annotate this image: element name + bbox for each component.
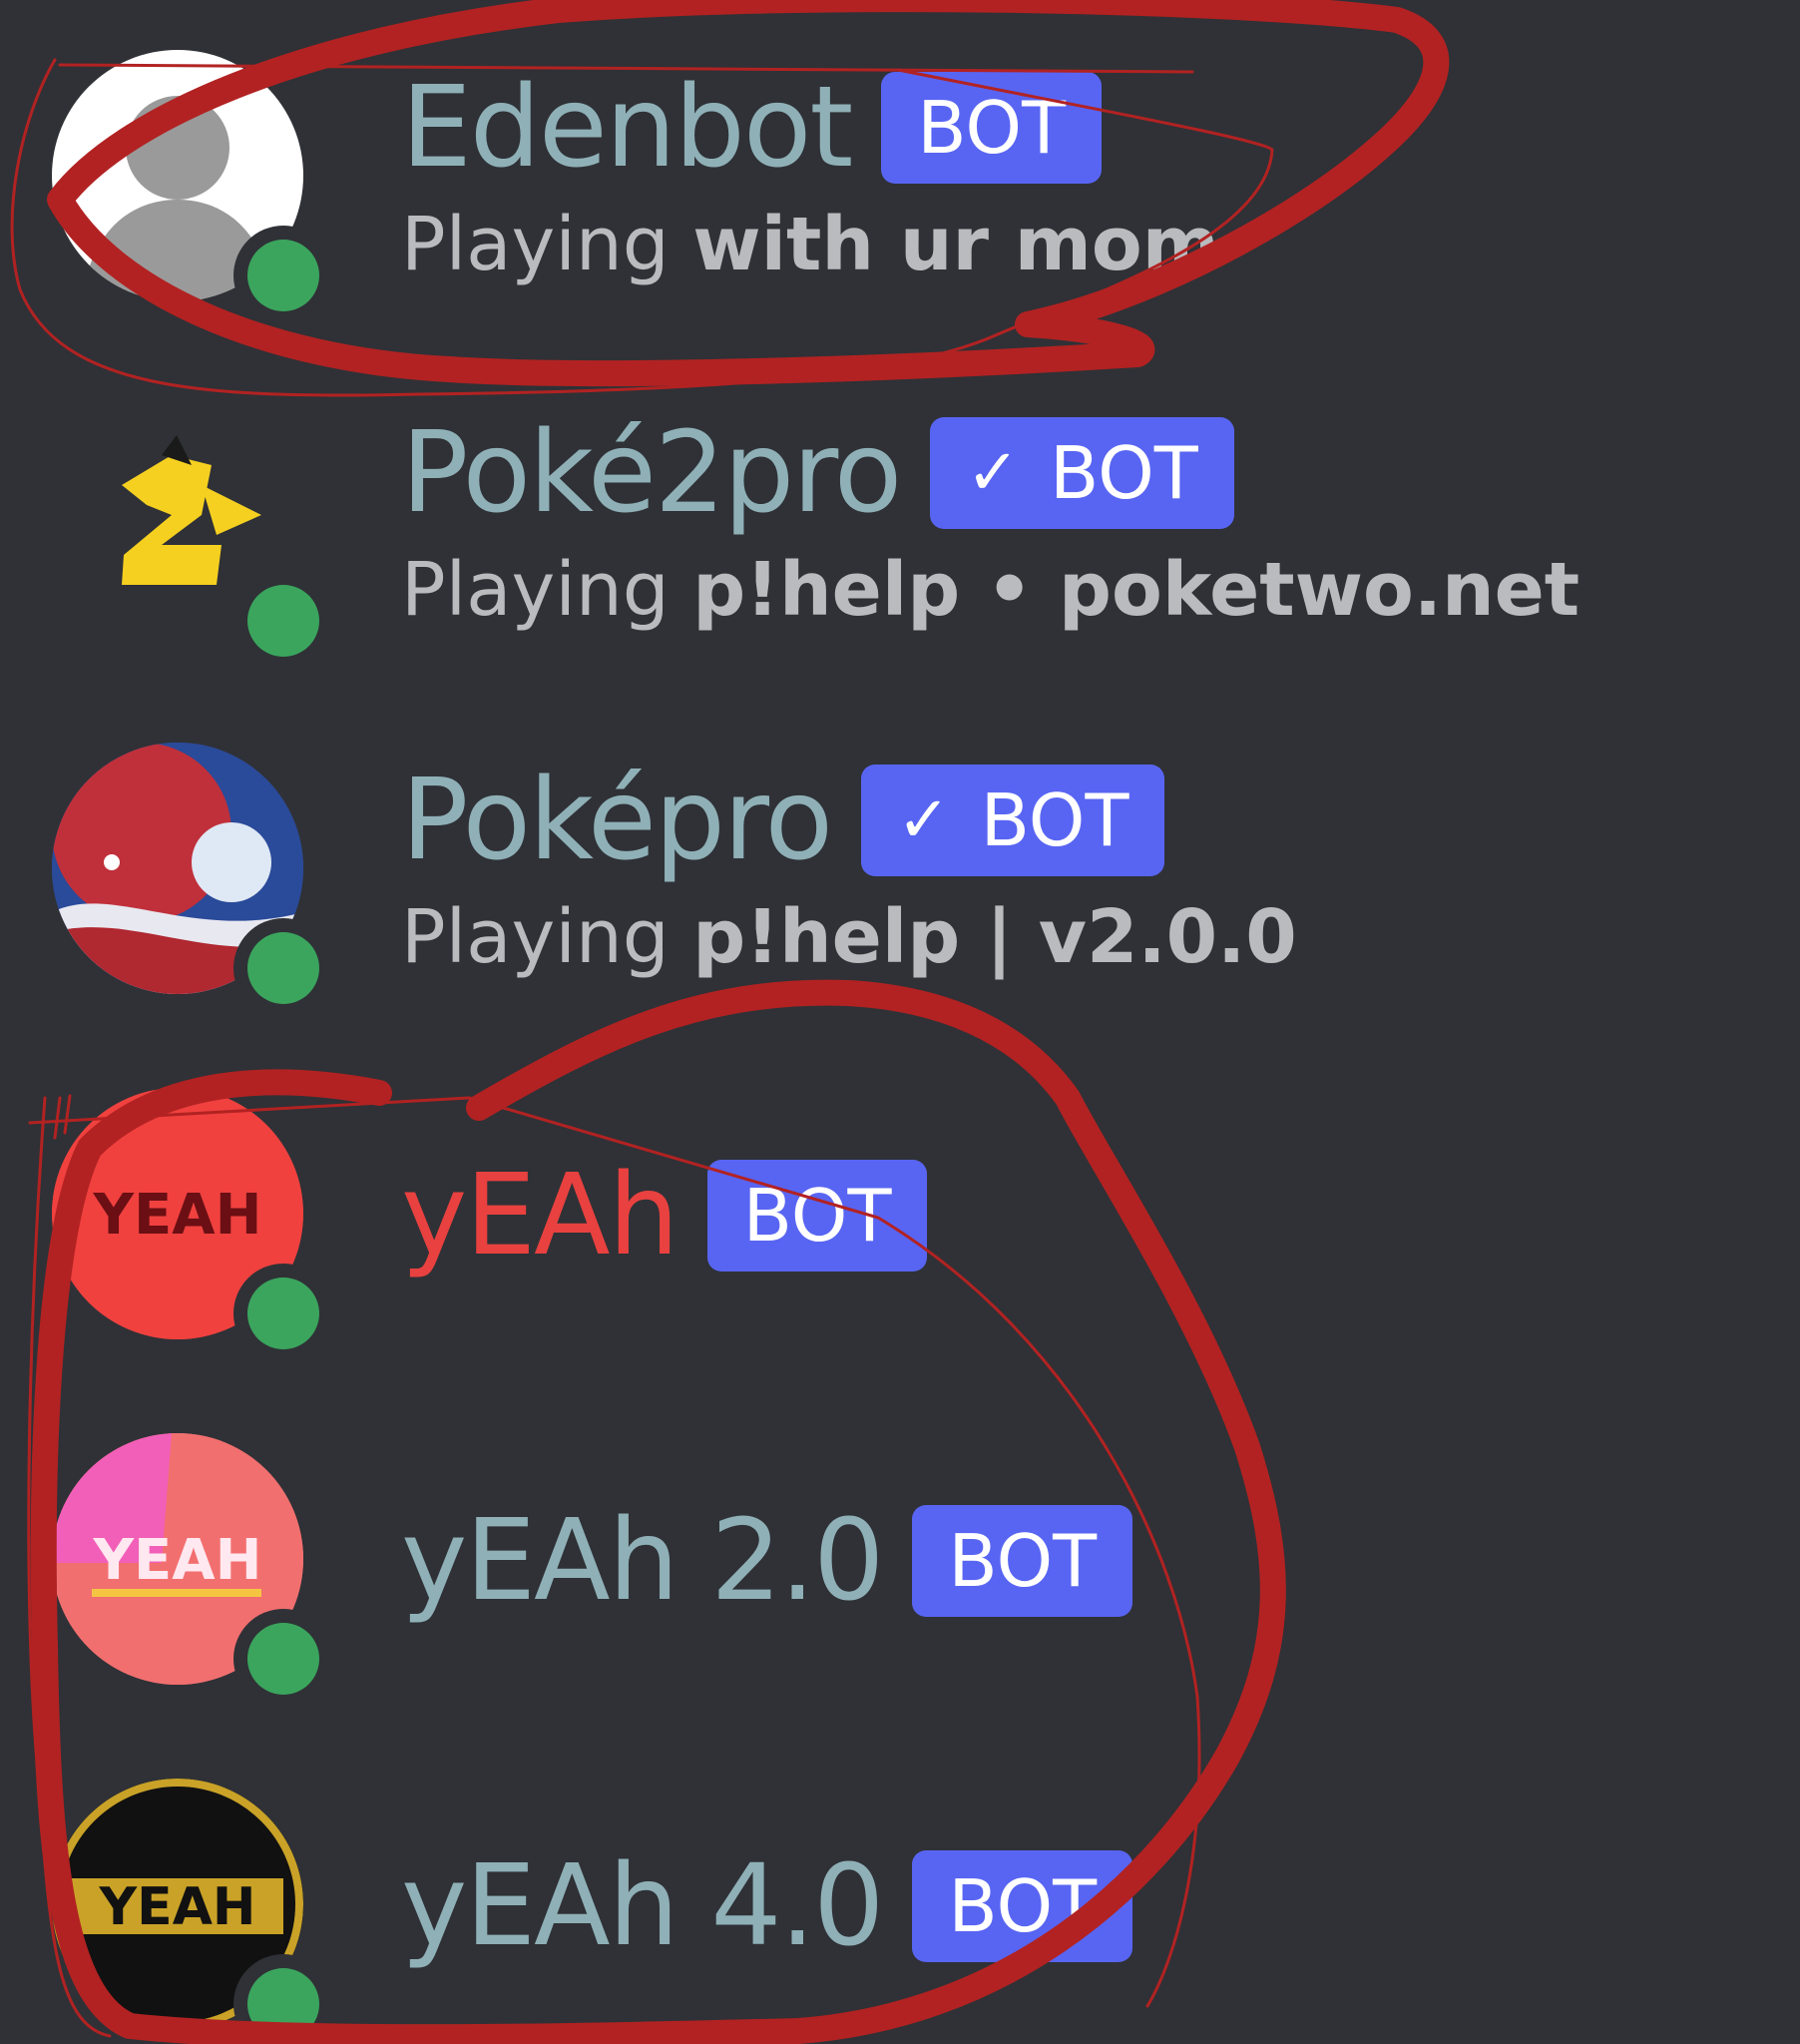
verified-bot-badge: ✓ BOT (861, 765, 1165, 876)
verified-bot-badge: ✓ BOT (930, 417, 1234, 529)
avatar[interactable] (52, 743, 333, 1018)
member-item-poke2pro[interactable]: Poké2pro ✓ BOT Playing p!help • poketwo.n… (0, 345, 1800, 685)
member-name: Poképro (401, 756, 833, 885)
svg-text:YEAH: YEAH (99, 1877, 256, 1937)
online-status-icon (233, 918, 333, 1018)
bot-badge: BOT (912, 1505, 1133, 1617)
member-name: Edenbot (401, 63, 853, 193)
online-status-icon (233, 1954, 333, 2044)
member-name: yEAh 2.0 (401, 1496, 884, 1626)
avatar[interactable]: YEAH (52, 1433, 333, 1709)
bot-badge: BOT (912, 1850, 1133, 1962)
member-activity: Playing with ur mom (401, 202, 1219, 287)
member-name: yEAh (401, 1151, 679, 1280)
member-item-edenbot[interactable]: Edenbot BOT Playing with ur mom (0, 0, 1800, 339)
name-row: yEAh BOT (401, 1151, 928, 1280)
member-list: Edenbot BOT Playing with ur mom Poké2pro… (0, 0, 1800, 2044)
member-activity: Playing p!help | v2.0.0 (401, 894, 1297, 980)
member-item-pokepro[interactable]: Poképro ✓ BOT Playing p!help | v2.0.0 (0, 693, 1800, 1032)
member-name: yEAh 4.0 (401, 1841, 884, 1971)
svg-text:YEAH: YEAH (92, 1528, 261, 1593)
member-item-yeah[interactable]: YEAH yEAh BOT (0, 1038, 1800, 1377)
name-row: Poké2pro ✓ BOT (401, 417, 1234, 529)
avatar[interactable]: YEAH (52, 1779, 333, 2044)
bot-badge: BOT (881, 72, 1103, 184)
member-item-yeah-2[interactable]: YEAH yEAh 2.0 BOT (0, 1383, 1800, 1723)
avatar[interactable] (52, 395, 333, 671)
verified-check-icon: ✓ (966, 436, 1020, 510)
bot-badge: BOT (706, 1160, 928, 1272)
member-item-yeah-4[interactable]: YEAH yEAh 4.0 BOT (0, 1729, 1800, 2044)
name-row: yEAh 2.0 BOT (401, 1496, 1133, 1626)
online-status-icon (233, 1609, 333, 1709)
member-activity: Playing p!help • poketwo.net (401, 547, 1580, 633)
member-name: Poké2pro (401, 408, 902, 538)
online-status-icon (233, 226, 333, 325)
avatar[interactable]: YEAH (52, 1088, 333, 1363)
name-row: yEAh 4.0 BOT (401, 1841, 1133, 1971)
name-row: Edenbot BOT (401, 63, 1103, 193)
avatar[interactable] (52, 50, 333, 325)
online-status-icon (233, 571, 333, 671)
svg-text:YEAH: YEAH (92, 1183, 261, 1248)
verified-check-icon: ✓ (897, 783, 951, 857)
name-row: Poképro ✓ BOT (401, 756, 1165, 885)
online-status-icon (233, 1264, 333, 1363)
